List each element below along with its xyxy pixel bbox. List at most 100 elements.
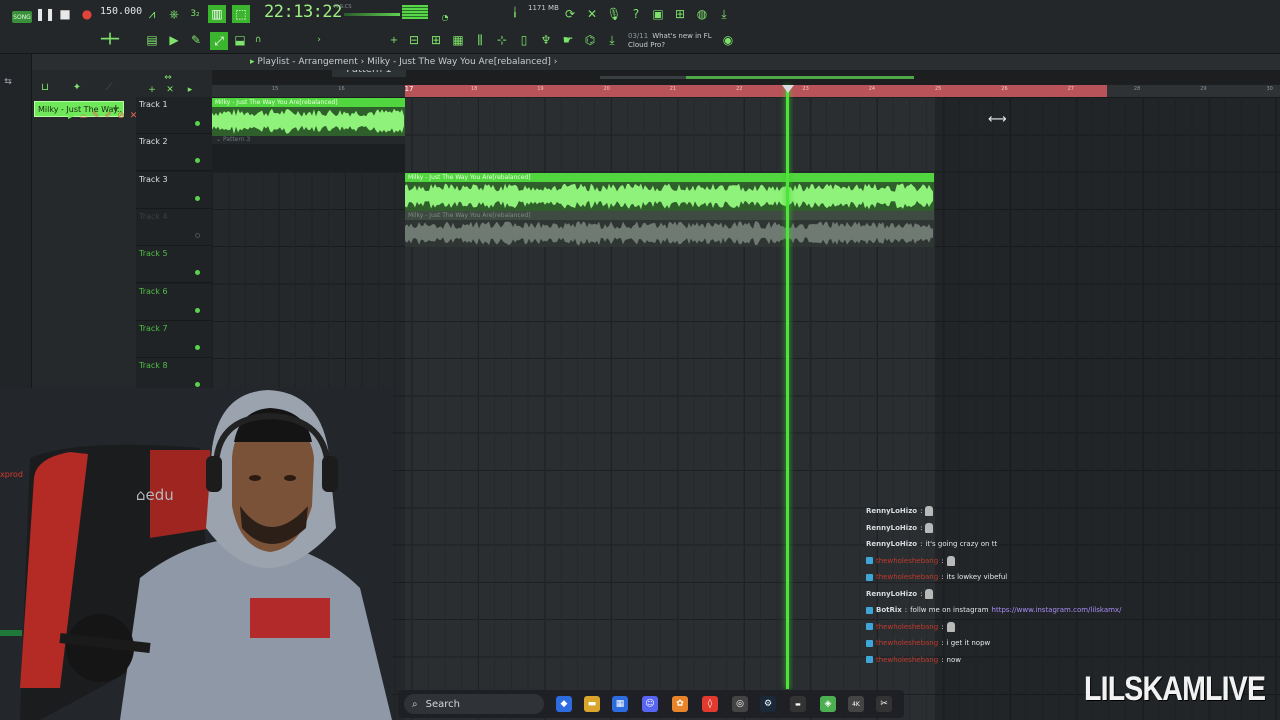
pattern-prev-icon[interactable]: ›: [314, 32, 324, 48]
steam-icon[interactable]: ⚙: [760, 696, 776, 712]
chat-icon[interactable]: ◍: [694, 6, 710, 22]
brush-tool-icon[interactable]: ✐: [105, 111, 113, 121]
track-scroll-icon[interactable]: ⇔: [162, 73, 174, 83]
chat-username[interactable]: thewholeshebang: [876, 557, 938, 565]
track-header[interactable]: Track 2: [136, 134, 212, 172]
mic-icon[interactable]: 🎙: [606, 6, 622, 22]
track-mute-icon[interactable]: [195, 344, 200, 350]
export-icon[interactable]: ⤓: [604, 32, 620, 48]
add-pattern-icon[interactable]: +: [388, 32, 400, 48]
tempo-display[interactable]: 150.000: [100, 6, 142, 22]
wait-icon[interactable]: ⎈: [166, 6, 182, 22]
arrow-icon[interactable]: ▸: [184, 85, 196, 95]
channel-rack-2-icon[interactable]: ▦: [450, 32, 466, 48]
plugin-db-icon[interactable]: ▯: [516, 32, 532, 48]
brave-icon[interactable]: ◊: [702, 696, 718, 712]
snap-icon[interactable]: ⤢: [210, 32, 228, 50]
chat-username[interactable]: RennyLoHizo: [866, 507, 917, 515]
playhead-marker-icon[interactable]: [782, 85, 794, 93]
clip-track4-audio-muted[interactable]: Milky - Just The Way You Are[rebalanced]: [405, 211, 934, 247]
step-edit-icon[interactable]: ▥: [208, 5, 226, 23]
magnet-icon[interactable]: ∩: [252, 32, 264, 48]
taskbar-search[interactable]: ⌕ Search: [404, 694, 544, 714]
track-mute-icon[interactable]: [195, 232, 200, 238]
pause-icon[interactable]: ❚❚: [35, 7, 55, 21]
loop-record-icon[interactable]: ⬚: [232, 5, 250, 23]
scrollbar-thumb[interactable]: [686, 76, 914, 79]
bluestacks-icon[interactable]: ◈: [820, 696, 836, 712]
toolbox-icon[interactable]: ⌬: [582, 32, 598, 48]
chat-username[interactable]: RennyLoHizo: [866, 524, 917, 532]
obs-icon[interactable]: ◎: [732, 696, 748, 712]
news-panel[interactable]: 03/11 What's new in FL Cloud Pro?: [628, 32, 718, 50]
delete-tool-icon[interactable]: ⊘: [117, 111, 125, 121]
download-icon[interactable]: ⤓: [716, 6, 732, 22]
mixer-icon[interactable]: ⫼: [472, 32, 488, 48]
copilot-icon[interactable]: ◆: [556, 696, 572, 712]
snap-slider-icon[interactable]: ━╋━: [86, 34, 134, 45]
track-mute-icon[interactable]: [195, 158, 200, 164]
chat-username[interactable]: thewholeshebang: [876, 639, 938, 647]
track-mute-icon[interactable]: [195, 307, 200, 313]
record-icon[interactable]: ●: [80, 7, 94, 21]
channel-rack-icon[interactable]: ▤: [144, 32, 160, 48]
chat-username[interactable]: thewholeshebang: [876, 623, 938, 631]
magnet-tool-icon[interactable]: ⌓: [80, 111, 87, 121]
fl-studio-icon[interactable]: ✿: [672, 696, 688, 712]
undo-icon[interactable]: ⟳: [562, 6, 578, 22]
chat-username[interactable]: RennyLoHizo: [866, 590, 917, 598]
track-mute-icon[interactable]: [195, 195, 200, 201]
save-icon[interactable]: ▣: [650, 6, 666, 22]
track-header[interactable]: Track 7: [136, 320, 212, 358]
tuner-icon[interactable]: ♆: [538, 32, 554, 48]
discord-icon[interactable]: ☺: [642, 696, 658, 712]
clip-track1-audio[interactable]: Milky - Just The Way You Are[rebalanced]: [212, 98, 405, 136]
globe-icon[interactable]: ◉: [720, 32, 736, 48]
chat-link[interactable]: https://www.instagram.com/lilskamx/: [992, 606, 1122, 614]
pencil-icon[interactable]: ✎: [188, 32, 204, 48]
stop-icon[interactable]: ■: [58, 7, 72, 21]
song-position-clock[interactable]: 22:13:22: [264, 2, 342, 26]
track-header[interactable]: Track 1: [136, 97, 212, 134]
play-arrow-icon[interactable]: ▶: [166, 32, 182, 48]
help-icon[interactable]: ?: [628, 6, 644, 22]
playhead[interactable]: [786, 85, 789, 689]
master-volume-slider[interactable]: [344, 13, 400, 16]
app-icon[interactable]: ▬: [790, 696, 806, 712]
track-mute-icon[interactable]: [195, 382, 200, 388]
touch-controller-icon[interactable]: ☛: [560, 32, 576, 48]
add-track-icon[interactable]: +: [146, 85, 158, 95]
cut-icon[interactable]: ✕: [584, 6, 600, 22]
pencil-tool-icon[interactable]: ✎: [92, 111, 100, 121]
browser-icon[interactable]: ⊹: [494, 32, 510, 48]
track-header[interactable]: Track 6: [136, 283, 212, 321]
countdown-icon[interactable]: 3₂: [186, 6, 204, 22]
clip-track3-audio[interactable]: Milky - Just The Way You Are[rebalanced]: [405, 173, 934, 211]
song-mode-toggle[interactable]: SONG: [12, 11, 32, 23]
piano-roll-icon[interactable]: ⊞: [428, 32, 444, 48]
picker-audio-icon[interactable]: ✦: [70, 80, 84, 94]
track-header[interactable]: Track 4: [136, 208, 212, 246]
track-header[interactable]: Track 3: [136, 171, 212, 209]
chat-username[interactable]: BotRix: [876, 606, 902, 614]
track-header[interactable]: Track 5: [136, 246, 212, 284]
pattern-clip[interactable]: ⌄ Pattern 3: [212, 136, 405, 144]
metronome-icon[interactable]: ⩘: [144, 6, 160, 22]
track-mute-icon[interactable]: [195, 121, 200, 126]
file-explorer-icon[interactable]: ▬: [584, 696, 600, 712]
picker-auto-icon[interactable]: ⟋: [102, 80, 116, 94]
capcut-icon[interactable]: ✂: [876, 696, 892, 712]
chat-username[interactable]: thewholeshebang: [876, 656, 938, 664]
store-icon[interactable]: ▦: [612, 696, 628, 712]
chat-username[interactable]: RennyLoHizo: [866, 540, 917, 548]
chat-username[interactable]: thewholeshebang: [876, 573, 938, 581]
plugin-icon[interactable]: ⊞: [672, 6, 688, 22]
track-mute-icon[interactable]: [195, 270, 200, 276]
picker-pattern-icon[interactable]: ⊔: [38, 80, 52, 94]
stamp-icon[interactable]: ⬓: [232, 32, 248, 48]
playlist-icon[interactable]: ⊟: [406, 32, 422, 48]
4k-downloader-icon[interactable]: 4K: [848, 696, 864, 712]
browser-icon-left[interactable]: ⇆: [2, 76, 14, 88]
close-track-icon[interactable]: ✕: [164, 85, 176, 95]
play-icon[interactable]: ▶: [68, 111, 75, 121]
